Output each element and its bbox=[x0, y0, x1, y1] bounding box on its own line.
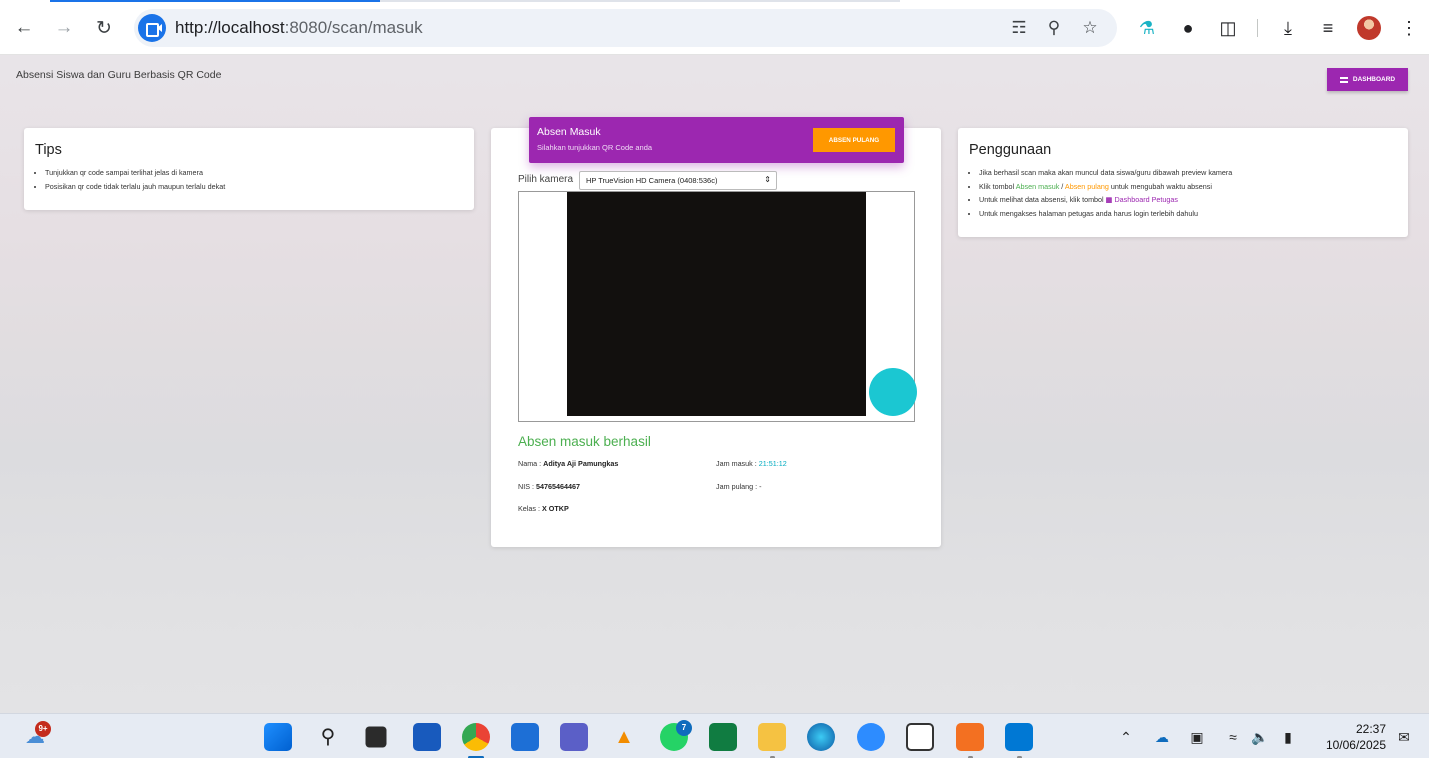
zoom-icon[interactable]: ⚲ bbox=[1043, 17, 1065, 39]
translate-icon[interactable]: ☶ bbox=[1008, 17, 1030, 39]
select-arrow-icon: ⇕ bbox=[764, 175, 771, 184]
taskbar: ☁ 9+ ⚲ ▲ 7 ⌃ ☁ ▣ ≈ 🔈 ▮ 22:37 10/06/2025 … bbox=[0, 713, 1429, 758]
dashboard-button[interactable]: DASHBOARD bbox=[1327, 68, 1408, 91]
absen-pulang-text: Absen pulang bbox=[1064, 181, 1109, 191]
toolbar-divider bbox=[1257, 19, 1258, 37]
cursor-highlight bbox=[869, 368, 917, 416]
file-explorer-icon[interactable] bbox=[758, 723, 786, 751]
camera-label: Pilih kamera bbox=[518, 174, 574, 185]
teams-icon[interactable] bbox=[560, 723, 588, 751]
dashboard-petugas-link[interactable]: Dashboard Petugas bbox=[1114, 195, 1178, 204]
search-icon[interactable]: ⚲ bbox=[314, 723, 342, 751]
url-text[interactable]: http://localhost:8080/scan/masuk bbox=[175, 18, 423, 38]
volume-icon[interactable]: 🔈 bbox=[1250, 728, 1270, 746]
start-windows-icon[interactable] bbox=[264, 723, 292, 751]
camera-permission-icon[interactable] bbox=[138, 14, 166, 42]
zoom-icon[interactable] bbox=[857, 723, 885, 751]
task-view-icon[interactable] bbox=[365, 726, 387, 748]
store-icon[interactable] bbox=[511, 723, 539, 751]
tips-item: Posisikan qr code tidak terlalu jauh mau… bbox=[45, 180, 463, 194]
absen-masuk-text: Absen masuk bbox=[1015, 181, 1060, 191]
clock[interactable]: 22:37 10/06/2025 bbox=[1310, 721, 1386, 753]
profile-avatar[interactable] bbox=[1357, 16, 1381, 40]
bookmark-star-icon[interactable]: ☆ bbox=[1079, 17, 1101, 39]
usage-item: Untuk mengakses halaman petugas anda har… bbox=[979, 207, 1397, 221]
tab-strip bbox=[380, 0, 900, 2]
scan-header-subtitle: Silahkan tunjukkan QR Code anda bbox=[537, 143, 653, 152]
tips-title: Tips bbox=[35, 142, 62, 158]
dashboard-icon bbox=[1339, 76, 1348, 83]
whatsapp-badge: 7 bbox=[676, 720, 692, 736]
xampp-icon[interactable] bbox=[956, 723, 984, 751]
dashboard-icon: ▦ bbox=[1105, 195, 1113, 204]
jam-masuk-row: Jam masuk : 21:51:12 bbox=[716, 459, 787, 468]
extensions-puzzle-icon[interactable]: ◫ bbox=[1215, 15, 1241, 41]
onedrive-cloud-icon[interactable]: ☁ bbox=[1152, 728, 1172, 746]
vscode-icon[interactable] bbox=[1005, 723, 1033, 751]
camera-select[interactable]: HP TrueVision HD Camera (0408:536c) ⇕ bbox=[579, 171, 777, 190]
result-title: Absen masuk berhasil bbox=[518, 434, 651, 449]
forward-arrow-icon[interactable]: → bbox=[50, 14, 78, 42]
media-control-icon[interactable]: ≡ bbox=[1315, 15, 1341, 41]
absen-pulang-button[interactable]: ABSEN PULANG bbox=[813, 128, 895, 152]
scan-header-title: Absen Masuk bbox=[537, 126, 601, 138]
back-arrow-icon[interactable]: ← bbox=[10, 14, 38, 42]
dashboard-button-label: DASHBOARD bbox=[1352, 76, 1396, 83]
menu-kebab-icon[interactable]: ⋮ bbox=[1396, 15, 1422, 41]
excel-icon[interactable] bbox=[709, 723, 737, 751]
extension-p-icon[interactable]: ● bbox=[1175, 15, 1201, 41]
usage-item: Jika berhasil scan maka akan muncul data… bbox=[979, 166, 1397, 180]
usage-item: Klik tombol Absen masuk / Absen pulang u… bbox=[979, 180, 1397, 194]
usage-card: Penggunaan Jika berhasil scan maka akan … bbox=[958, 128, 1408, 237]
usage-list: Jika berhasil scan maka akan muncul data… bbox=[969, 166, 1397, 220]
clock-date: 10/06/2025 bbox=[1325, 738, 1386, 752]
edge-icon[interactable] bbox=[807, 723, 835, 751]
word-icon[interactable] bbox=[413, 723, 441, 751]
extension-flask-icon[interactable]: ⚗ bbox=[1134, 15, 1160, 41]
app-icon[interactable] bbox=[906, 723, 934, 751]
weather-badge: 9+ bbox=[35, 721, 51, 737]
wifi-icon[interactable]: ≈ bbox=[1223, 728, 1243, 746]
chrome-icon[interactable] bbox=[462, 723, 490, 751]
browser-toolbar: ← → ↻ http://localhost:8080/scan/masuk ☶… bbox=[0, 0, 1429, 55]
tips-card: Tips Tunjukkan qr code sampai terlihat j… bbox=[24, 128, 474, 210]
kelas-row: Kelas : X OTKP bbox=[518, 504, 569, 513]
jam-pulang-row: Jam pulang : - bbox=[716, 482, 762, 491]
display-icon[interactable]: ▣ bbox=[1187, 728, 1207, 746]
usage-title: Penggunaan bbox=[969, 142, 1052, 158]
notification-icon[interactable]: ✉ bbox=[1394, 728, 1414, 746]
camera-video bbox=[567, 192, 866, 416]
battery-icon[interactable]: ▮ bbox=[1278, 728, 1298, 746]
download-icon[interactable]: ⤓ bbox=[1275, 15, 1301, 41]
nama-row: Nama : Aditya Aji Pamungkas bbox=[518, 459, 619, 468]
address-bar[interactable]: http://localhost:8080/scan/masuk ☶ ⚲ ☆ bbox=[134, 9, 1117, 47]
loading-bar bbox=[50, 0, 380, 2]
app-title: Absensi Siswa dan Guru Berbasis QR Code bbox=[16, 69, 222, 81]
tips-list: Tunjukkan qr code sampai terlihat jelas … bbox=[35, 166, 463, 193]
vlc-icon[interactable]: ▲ bbox=[610, 723, 638, 751]
tips-item: Tunjukkan qr code sampai terlihat jelas … bbox=[45, 166, 463, 180]
clock-time: 22:37 bbox=[1355, 722, 1386, 736]
usage-item: Untuk melihat data absensi, klik tombol … bbox=[979, 193, 1397, 207]
camera-select-value: HP TrueVision HD Camera (0408:536c) bbox=[586, 176, 718, 185]
chevron-up-icon[interactable]: ⌃ bbox=[1116, 728, 1136, 746]
nis-row: NIS : 54765464467 bbox=[518, 482, 580, 491]
reload-icon[interactable]: ↻ bbox=[90, 14, 118, 42]
